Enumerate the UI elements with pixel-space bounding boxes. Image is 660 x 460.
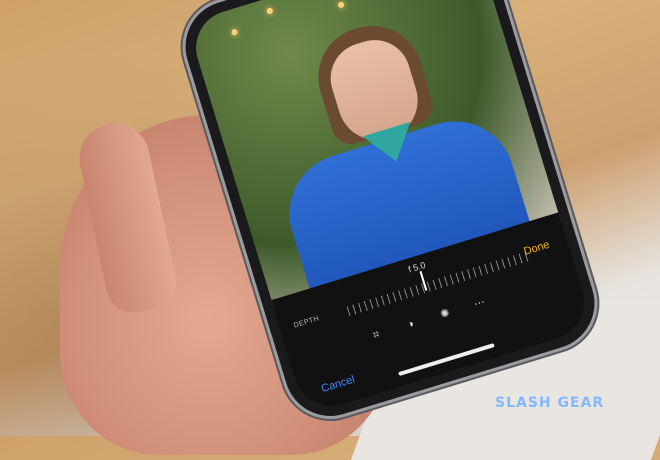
bokeh-light (337, 1, 345, 9)
slashgear-watermark: SLASH GEAR (495, 395, 605, 411)
bokeh-light (266, 7, 274, 15)
bokeh-light (230, 28, 239, 36)
